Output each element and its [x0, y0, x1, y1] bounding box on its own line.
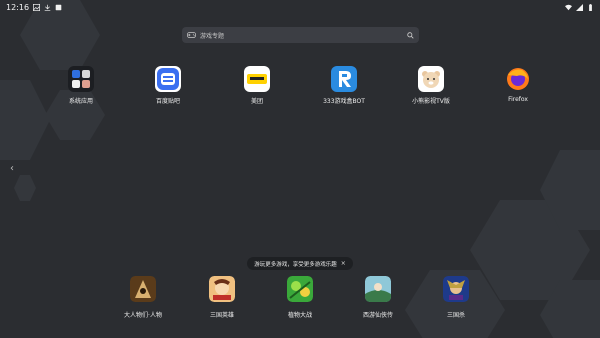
search-icon[interactable]: [407, 31, 414, 39]
wifi-icon: [565, 4, 572, 10]
toast: 游玩更多游戏，享受更多游戏乐趣 ×: [247, 257, 353, 270]
app-label: 植物大战: [287, 312, 312, 319]
game-5-icon: [443, 276, 469, 302]
search-input[interactable]: 游戏专题: [182, 27, 419, 43]
close-icon[interactable]: ×: [341, 260, 346, 267]
toast-text: 游玩更多游戏，享受更多游戏乐趣: [254, 261, 337, 268]
dock-game-3[interactable]: 植物大战: [265, 276, 335, 319]
app-label: 三国英雄: [209, 312, 234, 319]
app-bear-tv[interactable]: 小熊影视TV版: [396, 66, 466, 105]
r-logo-icon: [331, 66, 357, 92]
tieba-icon: [155, 66, 181, 92]
signal-icon: [576, 3, 583, 11]
game-4-icon: [365, 276, 391, 302]
app-label: 三国杀: [446, 312, 465, 319]
game-3-icon: [287, 276, 313, 302]
bear-icon: [418, 66, 444, 92]
battery-icon: [589, 3, 592, 11]
dock-game-2[interactable]: 三国英雄: [187, 276, 257, 319]
app-label: 系统应用: [68, 98, 93, 105]
app-label: 大人物们·人物: [124, 312, 162, 319]
game-2-icon: [209, 276, 235, 302]
dock-game-4[interactable]: 西游仙侠传: [343, 276, 413, 319]
notification-icon: [55, 4, 62, 10]
chevron-left-icon[interactable]: ‹: [10, 163, 14, 174]
dock-game-1[interactable]: 大人物们·人物: [108, 276, 178, 319]
system-apps-folder-icon: [68, 66, 94, 92]
meituan-icon: [244, 66, 270, 92]
download-icon: [44, 4, 51, 11]
image-icon: [33, 3, 41, 11]
app-label: 小熊影视TV版: [412, 98, 450, 105]
app-label: 西游仙侠传: [362, 312, 393, 319]
app-tieba[interactable]: 百度贴吧: [133, 66, 203, 105]
game-dock: 大人物们·人物 三国英雄 植物大战 西游仙侠传 三国杀: [0, 276, 600, 320]
app-label: 百度贴吧: [155, 98, 180, 105]
app-label: 美团: [250, 98, 263, 105]
app-333[interactable]: 333游戏盒BOT: [309, 66, 379, 105]
dock-game-5[interactable]: 三国杀: [421, 276, 491, 319]
game-1-icon: [130, 276, 156, 302]
gamepad-icon: [187, 32, 196, 38]
app-meituan[interactable]: 美团: [222, 66, 292, 105]
app-system-apps[interactable]: 系统应用: [46, 66, 116, 105]
search-placeholder: 游戏专题: [200, 32, 225, 40]
app-grid: 系统应用 百度贴吧 美团 333游戏盒BOT 小熊影视TV版 Firefox: [0, 66, 600, 110]
app-firefox[interactable]: Firefox: [483, 66, 553, 103]
status-time: 12:16: [6, 2, 30, 12]
firefox-icon: [505, 66, 531, 92]
app-label: Firefox: [508, 96, 528, 103]
status-bar: 12:16: [0, 0, 600, 14]
app-label: 333游戏盒BOT: [323, 98, 365, 105]
